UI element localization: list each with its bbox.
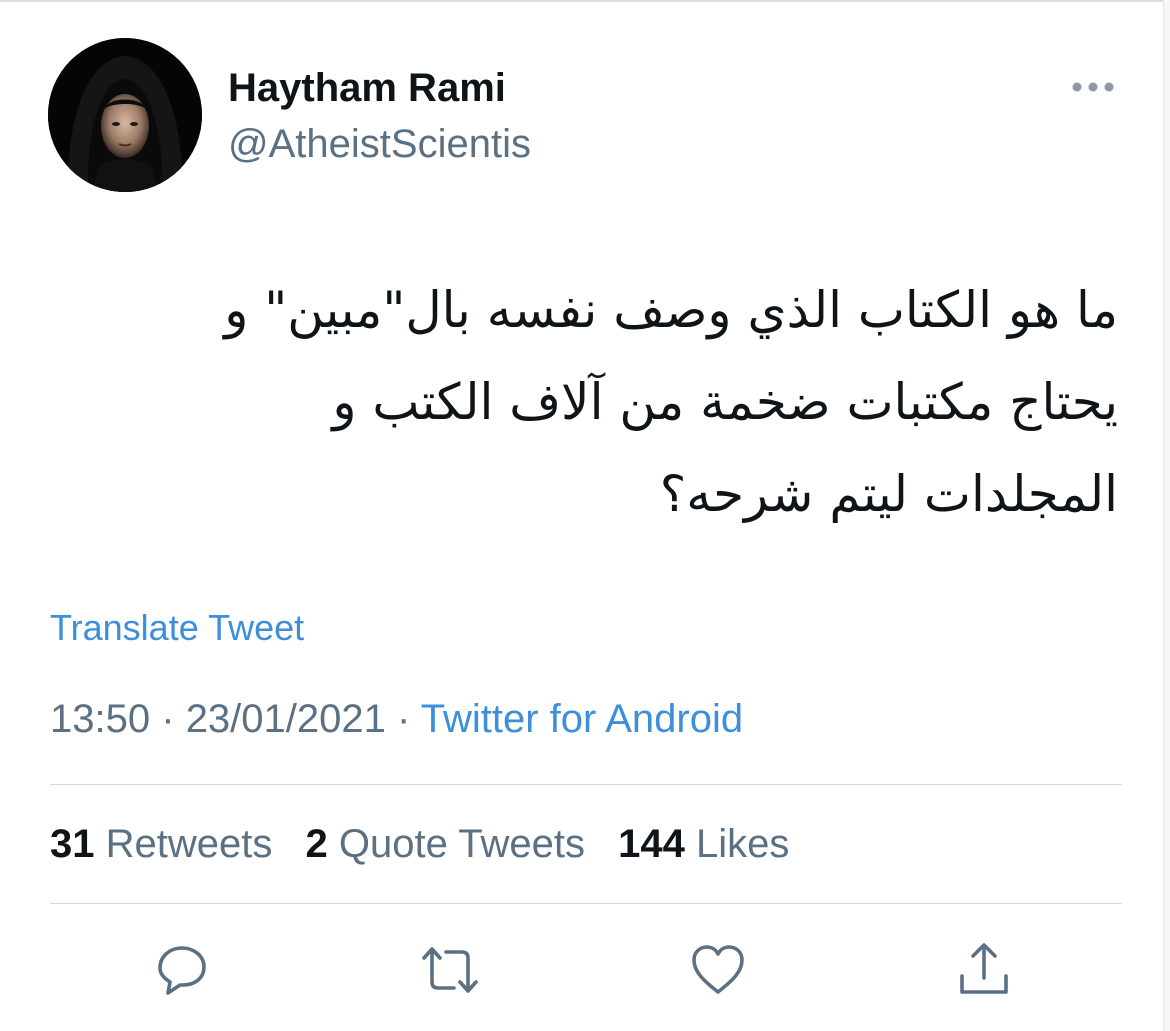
tweet-stats: 31 Retweets 2 Quote Tweets 144 Likes [50,822,811,867]
translate-tweet-link[interactable]: Translate Tweet [50,607,304,649]
likes-stat[interactable]: 144 Likes [618,822,789,866]
scroll-edge [1163,0,1170,1031]
stats-bottom-divider [50,903,1122,904]
quote-tweets-stat[interactable]: 2 Quote Tweets [306,822,585,866]
retweets-count: 31 [50,822,95,866]
tweet-time: 13:50 [50,697,151,741]
top-divider [0,0,1170,2]
tweet-text-line: يحتاج مكتبات ضخمة من آلاف الكتب و [332,373,1118,431]
more-horizontal-icon[interactable] [1066,72,1120,102]
likes-count: 144 [618,822,685,866]
retweet-icon[interactable] [418,938,482,1002]
tweet-date[interactable]: 23/01/2021 [186,697,386,741]
quote-tweets-label: Quote Tweets [338,822,585,866]
tweet-meta: 13:50 · 23/01/2021 · Twitter for Android [50,697,743,742]
meta-separator: · [397,697,411,741]
meta-separator: · [161,697,175,741]
quote-tweets-count: 2 [305,822,328,866]
tweet-source-link[interactable]: Twitter for Android [421,697,743,741]
share-icon[interactable] [952,938,1016,1002]
avatar-image [48,38,202,192]
author-handle[interactable]: @AtheistScientis [228,122,531,167]
tweet-text-line: ما هو الكتاب الذي وصف نفسه بال"مبين" و [224,281,1118,339]
heart-icon[interactable] [686,938,750,1002]
likes-label: Likes [695,822,790,866]
reply-icon[interactable] [150,938,214,1002]
avatar[interactable] [48,38,202,192]
stats-top-divider [50,784,1122,785]
tweet-text-line: المجلدات ليتم شرحه؟ [659,465,1118,523]
tweet-text: ما هو الكتاب الذي وصف نفسه بال"مبين" و ي… [48,264,1118,540]
author-name[interactable]: Haytham Rami [228,66,506,111]
retweets-label: Retweets [105,822,273,866]
retweets-stat[interactable]: 31 Retweets [50,822,272,866]
